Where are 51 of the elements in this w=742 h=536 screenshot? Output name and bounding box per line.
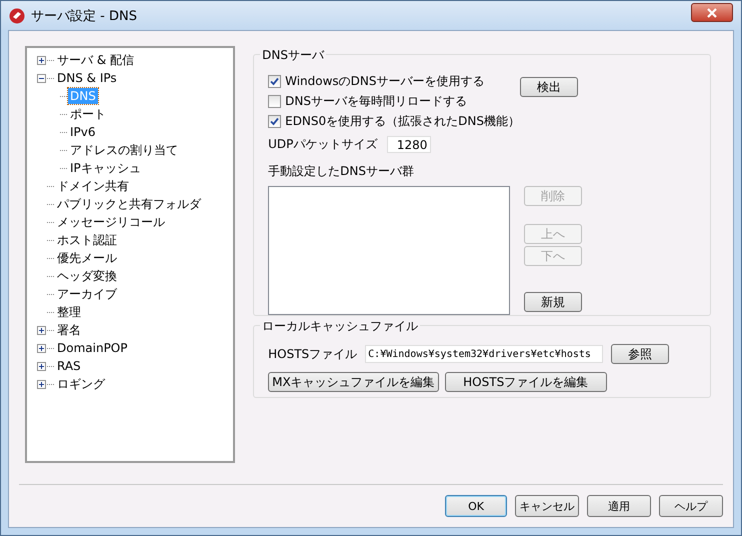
edit-file-button[interactable]: MXキャッシュファイルを編集 bbox=[268, 372, 439, 392]
tree-item[interactable]: DNS & IPs bbox=[55, 70, 119, 86]
dialog-button[interactable]: ヘルプ bbox=[659, 495, 723, 517]
detect-button[interactable]: 検出 bbox=[520, 77, 578, 97]
tree-item[interactable]: DomainPOP bbox=[55, 340, 130, 356]
dialog-button[interactable]: 適用 bbox=[587, 495, 651, 517]
checkbox-label: EDNS0を使用する（拡張されたDNS機能） bbox=[285, 113, 520, 130]
tree-item[interactable]: IPv6 bbox=[68, 124, 98, 140]
expander-icon[interactable] bbox=[37, 362, 46, 370]
expander-icon[interactable] bbox=[37, 344, 46, 352]
checkbox[interactable] bbox=[268, 75, 282, 88]
checkbox-label: WindowsのDNSサーバーを使用する bbox=[285, 73, 485, 90]
app-logo-icon bbox=[9, 8, 25, 24]
tree-item[interactable]: ヘッダ変換 bbox=[55, 268, 119, 284]
tree-item[interactable]: パブリックと共有フォルダ bbox=[55, 196, 203, 212]
expander-icon[interactable] bbox=[37, 326, 46, 334]
group-title: ローカルキャッシュファイル bbox=[260, 318, 420, 335]
edit-file-button[interactable]: HOSTSファイルを編集 bbox=[444, 372, 607, 392]
tree-item[interactable]: サーバ & 配信 bbox=[55, 52, 136, 68]
dialog-button[interactable]: キャンセル bbox=[515, 495, 579, 517]
list-button[interactable]: 新規 bbox=[524, 292, 582, 312]
tree-item[interactable]: ドメイン共有 bbox=[55, 178, 131, 194]
expander-icon[interactable] bbox=[37, 56, 46, 64]
group-title: DNSサーバ bbox=[260, 47, 326, 64]
tree-item[interactable]: 優先メール bbox=[55, 250, 119, 266]
expander-icon[interactable] bbox=[37, 380, 46, 388]
browse-button[interactable]: 参照 bbox=[611, 344, 670, 364]
tree-item[interactable]: ホスト認証 bbox=[55, 232, 119, 248]
tree-item[interactable]: メッセージリコール bbox=[55, 214, 167, 230]
tree-item[interactable]: ポート bbox=[68, 106, 108, 122]
checkbox[interactable] bbox=[268, 95, 282, 108]
dialog-button[interactable]: OK bbox=[445, 495, 507, 517]
udp-size-field[interactable]: 1280 bbox=[387, 136, 432, 153]
close-icon bbox=[707, 8, 717, 18]
window-title: サーバ設定 - DNS bbox=[31, 8, 138, 24]
tree-item[interactable]: 署名 bbox=[55, 322, 83, 338]
expander-icon[interactable] bbox=[37, 74, 46, 82]
server-list[interactable] bbox=[268, 186, 510, 315]
close-button[interactable] bbox=[691, 3, 733, 22]
tree-item[interactable]: アーカイブ bbox=[55, 286, 119, 302]
tree-item[interactable]: RAS bbox=[55, 358, 83, 374]
hosts-path-field[interactable]: C:¥Windows¥system32¥drivers¥etc¥hosts bbox=[365, 345, 604, 363]
checkbox-label: DNSサーバを毎時間リロードする bbox=[285, 93, 467, 110]
tree-item[interactable]: ロギング bbox=[55, 376, 107, 392]
tree-item[interactable]: アドレスの割り当て bbox=[68, 142, 180, 158]
udp-size-label: UDPパケットサイズ bbox=[268, 136, 378, 153]
hosts-file-label: HOSTSファイル bbox=[268, 346, 358, 362]
checkbox[interactable] bbox=[268, 115, 282, 128]
tree-item[interactable]: 整理 bbox=[55, 304, 83, 320]
server-list-label: 手動設定したDNSサーバ群 bbox=[268, 163, 415, 180]
tree-item[interactable]: IPキャッシュ bbox=[68, 160, 143, 176]
